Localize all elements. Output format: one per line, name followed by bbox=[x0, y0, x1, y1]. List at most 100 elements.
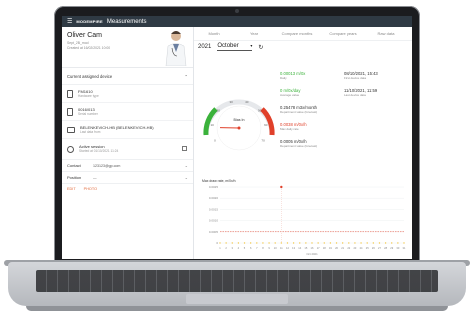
device-row[interactable]: BELENKEVICH-HB (BELENKEVICH-HB) Last dat… bbox=[62, 121, 193, 139]
device-row[interactable]: FM1610 Hardware type bbox=[62, 85, 193, 103]
profile-subtitle: Sept_2B_mod bbox=[67, 41, 89, 45]
profile-created: Created at 16/02/2021 10:00 bbox=[67, 46, 111, 50]
data-point bbox=[378, 242, 381, 244]
data-point bbox=[219, 242, 221, 244]
data-point bbox=[256, 242, 258, 244]
x-tick-label: 14 bbox=[298, 246, 301, 250]
x-tick-label: 30 bbox=[396, 246, 399, 250]
x-tick-label: 1 bbox=[219, 246, 221, 250]
x-tick-label: 3 bbox=[232, 246, 234, 250]
x-tick-label: 23 bbox=[353, 246, 356, 250]
tab-year[interactable]: Year bbox=[234, 31, 274, 36]
y-tick-label: 0 bbox=[216, 241, 218, 245]
contact-label: Contact bbox=[67, 163, 81, 168]
chevron-up-icon[interactable]: ⌃ bbox=[184, 74, 188, 79]
data-point bbox=[299, 242, 301, 244]
photo-button[interactable]: PHOTO bbox=[84, 187, 97, 191]
profile-card: Oliver Cam Sept_2B_mod Created at 16/02/… bbox=[62, 27, 193, 68]
kpi-average: 0 m/0x/day Average value bbox=[280, 88, 300, 98]
x-tick-label: 24 bbox=[360, 246, 363, 250]
gauge-tick-label: 20 bbox=[217, 109, 221, 113]
edit-button[interactable]: EDIT bbox=[67, 187, 76, 191]
app-screen: ☰ MODEMPIRE Measurements Oliver Cam Sept… bbox=[62, 16, 412, 259]
laptop-frame: ☰ MODEMPIRE Measurements Oliver Cam Sept… bbox=[0, 0, 474, 327]
x-tick-label: 2 bbox=[225, 246, 227, 250]
gauge-tick-label: 10 bbox=[211, 123, 215, 127]
chevron-down-icon[interactable]: ⌄ bbox=[185, 175, 188, 180]
y-tick-label: 0.0005 bbox=[209, 230, 219, 234]
y-tick-label: 0.0025 bbox=[209, 185, 219, 189]
left-panel: Oliver Cam Sept_2B_mod Created at 16/02/… bbox=[62, 27, 194, 259]
gauge-tick-label: 50 bbox=[258, 109, 262, 113]
tab-raw-data[interactable]: Raw data bbox=[366, 31, 406, 36]
menu-icon[interactable]: ☰ bbox=[67, 18, 72, 25]
x-tick-label: 18 bbox=[323, 246, 326, 250]
data-point bbox=[262, 242, 264, 244]
page-title: Measurements bbox=[106, 18, 147, 25]
gauge: 0 10 20 30 40 50 60 70 Bias In bbox=[203, 99, 275, 151]
data-point bbox=[372, 242, 375, 244]
data-point bbox=[348, 242, 350, 244]
gauge-tick-label: 30 bbox=[230, 100, 234, 104]
data-point bbox=[286, 242, 289, 244]
tab-compare-months[interactable]: Compare months bbox=[274, 31, 320, 36]
gauge-tick-label: 40 bbox=[245, 100, 249, 104]
chart-svg: 0.00250.00200.00150.00100.000501 2 3 4 5 6 7 8 9… bbox=[209, 185, 406, 256]
year-select[interactable]: 2021 bbox=[198, 44, 211, 50]
gauge-label: Bias In bbox=[234, 118, 245, 122]
data-point bbox=[243, 242, 246, 244]
top-bar: ☰ MODEMPIRE Measurements bbox=[62, 16, 412, 27]
tab-month[interactable]: Month bbox=[194, 31, 234, 36]
position-value: — bbox=[93, 175, 97, 180]
month-value: October bbox=[217, 43, 239, 49]
kpi-sub: Last device data bbox=[344, 93, 366, 97]
month-select[interactable]: October ▾ bbox=[217, 43, 253, 51]
edit-icon[interactable] bbox=[182, 146, 187, 151]
x-tick-label: 29 bbox=[390, 246, 393, 250]
tab-compare-years[interactable]: Compare years bbox=[320, 31, 366, 36]
kpi-sub: Average value bbox=[280, 93, 300, 97]
x-tick-label: 26 bbox=[372, 246, 375, 250]
data-point bbox=[391, 242, 393, 244]
kpi-sub: Max daily rate bbox=[280, 127, 299, 131]
data-point bbox=[231, 242, 233, 244]
refresh-icon[interactable]: ↻ bbox=[258, 44, 263, 51]
x-tick-label: 19 bbox=[329, 246, 332, 250]
data-point bbox=[268, 242, 270, 244]
y-tick-label: 0.0010 bbox=[209, 219, 219, 223]
position-label: Position bbox=[67, 175, 82, 180]
data-point bbox=[341, 242, 344, 244]
x-tick-label: 10 bbox=[274, 246, 277, 250]
x-tick-label: 25 bbox=[366, 246, 369, 250]
contact-field[interactable]: Contact 123123@gp.com ⌄ bbox=[62, 160, 193, 172]
data-point bbox=[335, 242, 338, 244]
laptop-foot bbox=[26, 306, 448, 311]
data-point bbox=[305, 242, 307, 244]
gauge-tick-label: 60 bbox=[264, 123, 268, 127]
contact-value: 123123@gp.com bbox=[93, 163, 121, 168]
device-row[interactable]: 0016/013 Serial number bbox=[62, 103, 193, 121]
kpi-first-data: 08/10/2021, 15:43 First device data bbox=[344, 71, 378, 81]
x-tick-label: 15 bbox=[304, 246, 307, 250]
data-point bbox=[397, 242, 399, 244]
webcam bbox=[235, 9, 239, 13]
kpi-monthly-forecast: 0.25478 m3x/month Department value (fore… bbox=[280, 105, 317, 115]
meter-icon bbox=[67, 126, 75, 133]
chevron-down-icon[interactable]: ⌄ bbox=[185, 163, 188, 168]
data-point-max bbox=[280, 185, 283, 189]
data-point bbox=[317, 242, 319, 244]
x-tick-label: 20 bbox=[335, 246, 338, 250]
x-tick-label: 16 bbox=[311, 246, 314, 250]
data-point bbox=[360, 242, 362, 244]
x-tick-label: 4 bbox=[238, 246, 240, 250]
position-field[interactable]: Position — ⌄ bbox=[62, 172, 193, 184]
data-point bbox=[329, 242, 332, 244]
kpi-sub: Daily bbox=[280, 76, 287, 80]
device-section-header[interactable]: Current assigned device ⌃ bbox=[62, 68, 193, 85]
y-tick-label: 0.0020 bbox=[209, 196, 219, 200]
data-point bbox=[384, 242, 387, 244]
data-point bbox=[366, 242, 368, 244]
active-session: Active session Started at 01/10/2021 11:… bbox=[62, 139, 193, 160]
daily-chart: Max draw rate, m/0x/h 0.0025 0.0020 0.0015… bbox=[198, 179, 410, 259]
data-point bbox=[274, 242, 276, 244]
